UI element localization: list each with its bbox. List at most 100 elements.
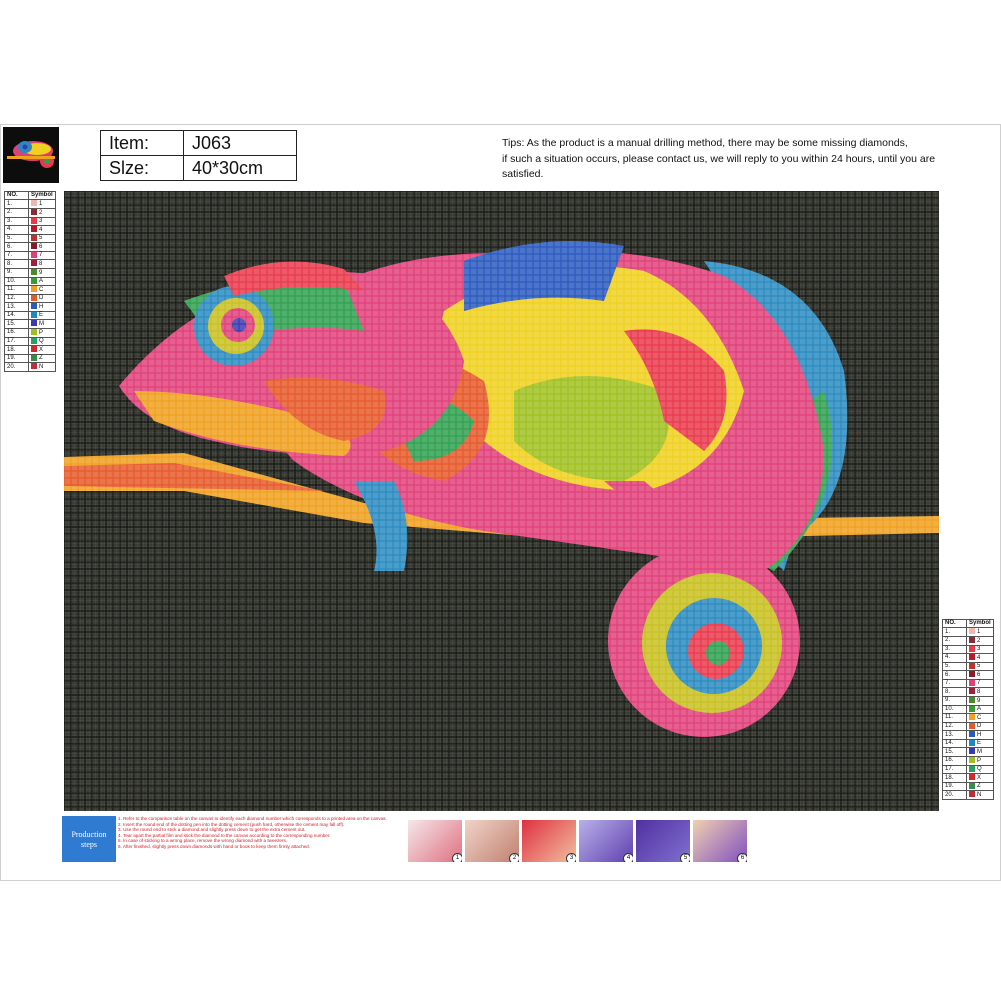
symbol-cell: 9 [28, 268, 56, 278]
production-steps-box: Production steps [62, 816, 116, 862]
symbol-number: 14. [4, 310, 29, 321]
symbol-cell: Q [966, 764, 994, 775]
step-number: 5 [680, 853, 690, 862]
symbol-code: 8 [39, 261, 43, 268]
step-photo: 4 [579, 820, 633, 862]
symbol-cell: 4 [28, 225, 56, 235]
color-swatch [969, 705, 975, 712]
color-swatch [969, 748, 975, 755]
symbol-table-row: 14. E [942, 738, 994, 749]
symbol-table-row: 7. 7 [942, 678, 994, 689]
symbol-table-row: 9. 9 [942, 696, 994, 706]
symbol-number: 10. [4, 276, 29, 287]
step-photo: 2 [465, 820, 519, 862]
symbol-number: 6. [4, 242, 29, 252]
color-swatch [969, 679, 975, 686]
symbol-number: 17. [4, 336, 29, 347]
symbol-number: 18. [4, 345, 29, 355]
symbol-table-row: 13. H [942, 730, 994, 740]
symbol-code: 2 [39, 209, 43, 216]
symbol-table-row: 13. H [4, 302, 56, 312]
color-swatch [969, 765, 975, 772]
symbol-cell: 2 [966, 635, 994, 646]
symbol-number: 18. [942, 773, 967, 783]
symbol-table-row: 1. 1 [942, 627, 994, 637]
color-swatch [969, 697, 975, 704]
color-swatch [31, 217, 37, 224]
production-label: Production [71, 830, 107, 839]
symbol-number: 15. [4, 319, 29, 330]
symbol-number: 7. [942, 678, 967, 689]
color-swatch [969, 782, 975, 789]
symbol-cell: 6 [966, 670, 994, 680]
symbol-cell: N [966, 790, 994, 800]
symbol-number: 8. [4, 259, 29, 269]
symbol-number: 13. [4, 302, 29, 312]
symbol-cell: 8 [966, 687, 994, 697]
color-swatch [969, 731, 975, 738]
symbol-table-row: 2. 2 [4, 207, 56, 218]
color-swatch [969, 739, 975, 746]
symbol-table-row: 19. Z [4, 353, 56, 364]
color-swatch [31, 337, 37, 344]
symbol-cell: 4 [966, 653, 994, 663]
symbol-table-row: 4. 4 [942, 653, 994, 663]
symbol-number: 19. [4, 353, 29, 364]
symbol-cell: P [28, 328, 56, 338]
color-swatch [31, 200, 37, 207]
symbol-number: 10. [942, 704, 967, 715]
diamond-grid-overlay [64, 191, 939, 811]
symbol-number: 3. [4, 216, 29, 227]
step-number: 4 [623, 853, 633, 862]
symbol-number: 11. [4, 285, 29, 295]
symbol-cell: 5 [966, 661, 994, 672]
color-swatch [969, 722, 975, 729]
symbol-number: 3. [942, 644, 967, 655]
symbol-table-row: 6. 6 [942, 670, 994, 680]
symbol-code: A [39, 278, 44, 285]
symbol-code: 5 [977, 663, 981, 670]
production-step: 6. After finished, slightly press down d… [118, 843, 311, 849]
symbol-code: 5 [39, 235, 43, 242]
symbol-code: X [977, 774, 982, 781]
symbol-cell: Q [28, 336, 56, 347]
symbol-cell: H [966, 730, 994, 740]
symbol-code: A [977, 706, 982, 713]
symbol-number: 12. [942, 721, 967, 732]
symbol-code: X [39, 346, 44, 353]
tips-line: if such a situation occurs, please conta… [502, 152, 936, 165]
step-photo: 1 [408, 820, 462, 862]
symbol-table-header-no: NO. [4, 190, 29, 201]
color-swatch [31, 277, 37, 284]
color-swatch [31, 260, 37, 267]
color-swatch [969, 662, 975, 669]
step-photo: 3 [522, 820, 576, 862]
symbol-cell: E [28, 310, 56, 321]
color-swatch [31, 329, 37, 336]
product-info-table: Item: J063 Slze: 40*30cm [100, 130, 297, 181]
color-swatch [31, 294, 37, 301]
symbol-table-row: 5. 5 [942, 661, 994, 672]
symbol-number: 17. [942, 764, 967, 775]
symbol-code: 4 [39, 226, 43, 233]
step-number: 6 [737, 853, 747, 862]
step-photo: 5 [636, 820, 690, 862]
symbol-table-row: 16. P [4, 328, 56, 338]
symbol-number: 11. [942, 713, 967, 723]
symbol-table-row: 6. 6 [4, 242, 56, 252]
color-swatch [31, 354, 37, 361]
symbol-code: H [39, 303, 44, 310]
step-number: 2 [509, 853, 519, 862]
symbol-table-row: 5. 5 [4, 233, 56, 244]
symbol-cell: C [28, 285, 56, 295]
symbol-cell: X [28, 345, 56, 355]
symbol-table-row: 8. 8 [942, 687, 994, 697]
symbol-cell: N [28, 362, 56, 372]
symbol-table-row: 11. C [4, 285, 56, 295]
symbol-code: 7 [39, 252, 43, 259]
color-swatch [31, 286, 37, 293]
diamond-pattern-canvas [64, 191, 939, 811]
symbol-number: 1. [4, 199, 29, 209]
item-value: J063 [183, 130, 297, 156]
symbol-cell: 2 [28, 207, 56, 218]
